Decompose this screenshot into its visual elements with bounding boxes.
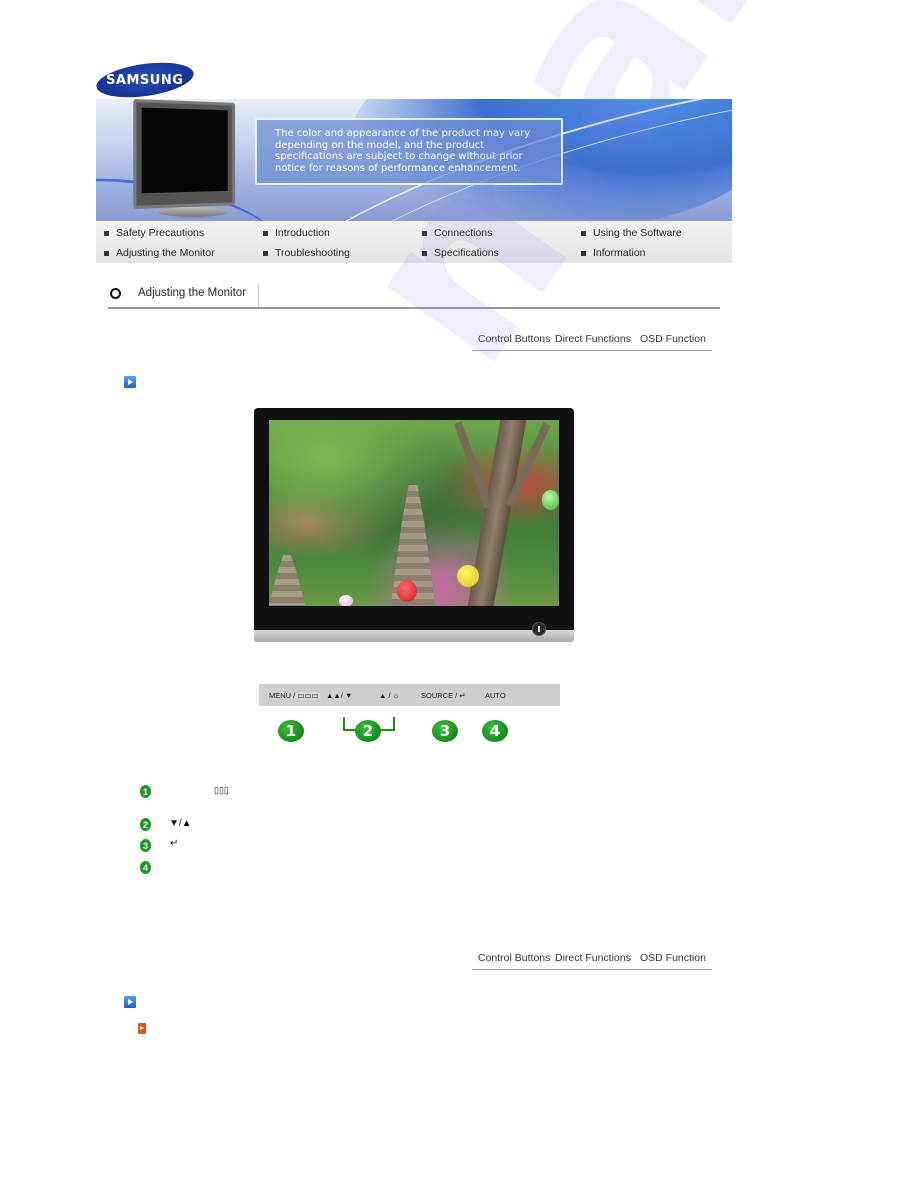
nav-item-specifications[interactable]: Specifications <box>422 246 499 260</box>
nav-item-label: Safety Precautions <box>116 227 205 239</box>
link-osd-function[interactable]: OSD Function <box>640 333 706 345</box>
legend-badge-2: 2 <box>140 818 151 831</box>
nav-item-troubleshooting[interactable]: Troubleshooting <box>263 246 350 260</box>
bullet-icon <box>581 230 586 236</box>
control-label-up-brightness: ▲ / ☼ <box>379 691 400 700</box>
control-label-auto: AUTO <box>485 691 506 700</box>
link-direct-functions[interactable]: Direct Functions <box>555 952 631 964</box>
notice-box: The color and appearance of the product … <box>255 118 563 185</box>
header-banner: The color and appearance of the product … <box>96 99 732 221</box>
nav-item-introduction[interactable]: Introduction <box>263 226 330 240</box>
garden-photo <box>269 420 559 606</box>
nav-item-label: Introduction <box>275 227 330 239</box>
pink-lantern <box>339 595 353 606</box>
nav-item-safety-precautions[interactable]: Safety Precautions <box>104 226 204 240</box>
legend-badge-4: 4 <box>140 861 151 874</box>
bullet-icon <box>104 250 109 256</box>
nav-item-label: Troubleshooting <box>275 247 350 259</box>
control-label-menu: MENU / ▭▭▭ <box>269 691 319 700</box>
monitor-front-image <box>254 408 574 642</box>
bullet-icon <box>263 250 268 256</box>
sub-navigation-bottom: Control Buttons Direct Functions OSD Fun… <box>472 950 712 970</box>
monitor-product-image <box>133 99 236 209</box>
nav-item-information[interactable]: Information <box>581 246 646 260</box>
section-header: Adjusting the Monitor <box>108 285 720 309</box>
nav-item-label: Adjusting the Monitor <box>116 247 215 259</box>
notice-text: The color and appearance of the product … <box>275 128 531 174</box>
green-lantern <box>542 490 559 510</box>
control-label-source: SOURCE / ↵ <box>421 691 466 700</box>
bullet-icon <box>422 250 427 256</box>
monitor-stand <box>158 207 228 217</box>
sub-arrow-icon <box>138 1023 146 1034</box>
power-button-icon <box>532 622 546 636</box>
callout-badge-2: 2 <box>355 720 381 742</box>
yellow-lantern <box>457 565 479 587</box>
circle-icon <box>110 288 121 299</box>
samsung-logo: SAMSUNG <box>94 57 196 103</box>
sub-navigation-top: Control Buttons Direct Functions OSD Fun… <box>472 331 712 351</box>
nav-item-using-the-software[interactable]: Using the Software <box>581 226 682 240</box>
bullet-icon <box>581 250 586 256</box>
bullet-icon <box>263 230 268 236</box>
bullet-icon <box>422 230 427 236</box>
main-navigation: Safety Precautions Introduction Connecti… <box>96 221 732 263</box>
nav-item-label: Information <box>593 247 646 259</box>
nav-item-label: Connections <box>434 227 493 239</box>
down-up-arrows-icon: ▼/▲ <box>169 818 192 829</box>
bullet-icon <box>104 230 109 236</box>
nav-item-connections[interactable]: Connections <box>422 226 492 240</box>
legend-badge-3: 3 <box>140 839 151 852</box>
callout-badge-3: 3 <box>432 720 458 742</box>
nav-item-adjusting-the-monitor[interactable]: Adjusting the Monitor <box>104 246 215 260</box>
divider <box>258 285 259 307</box>
logo-text: SAMSUNG <box>106 72 184 88</box>
tree-branch <box>453 421 493 509</box>
monitor-screen <box>141 107 228 194</box>
enter-icon: ↵ <box>170 838 179 849</box>
link-control-buttons[interactable]: Control Buttons <box>478 333 550 345</box>
section-arrow-icon <box>124 376 136 388</box>
red-lantern <box>397 580 417 602</box>
link-control-buttons[interactable]: Control Buttons <box>478 952 550 964</box>
callout-badge-1: 1 <box>278 720 304 742</box>
monitor-bezel-bottom <box>254 630 574 642</box>
page-title: Adjusting the Monitor <box>138 287 247 299</box>
nav-item-label: Specifications <box>434 247 499 259</box>
legend-badge-1: 1 <box>140 785 151 798</box>
pagoda-shape <box>269 555 305 605</box>
section-arrow-icon <box>124 996 136 1008</box>
callout-badge-4: 4 <box>482 720 508 742</box>
link-osd-function[interactable]: OSD Function <box>640 952 706 964</box>
control-label-magicbright-down: ▲▲/ ▼ <box>326 691 353 700</box>
link-direct-functions[interactable]: Direct Functions <box>555 333 631 345</box>
nav-item-label: Using the Software <box>593 227 682 239</box>
menu-icon: ▯▯▯ <box>214 785 229 795</box>
control-buttons-strip: MENU / ▭▭▭ ▲▲/ ▼ ▲ / ☼ SOURCE / ↵ AUTO <box>259 684 560 706</box>
